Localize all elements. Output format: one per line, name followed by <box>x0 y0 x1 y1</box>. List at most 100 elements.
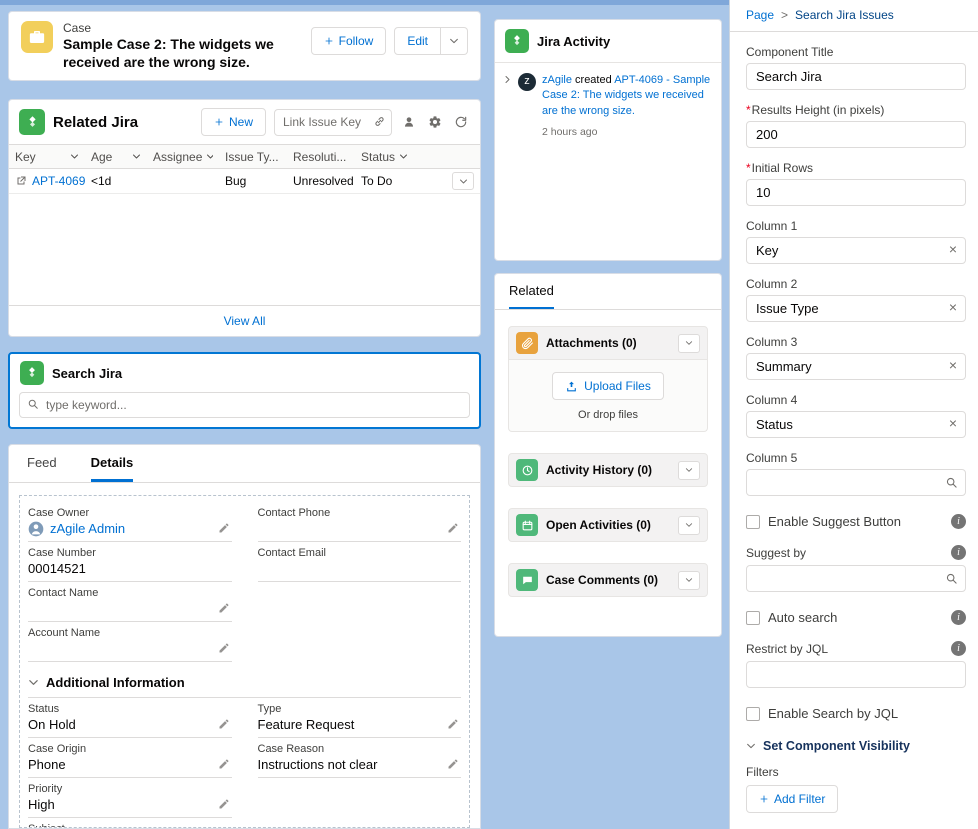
info-icon[interactable]: i <box>951 641 966 656</box>
case-owner-link[interactable]: zAgile Admin <box>50 521 125 537</box>
component-title-input[interactable] <box>746 63 966 90</box>
search-jira-header: Search Jira <box>10 354 479 389</box>
clear-icon[interactable]: × <box>949 358 957 372</box>
case-comments-icon <box>516 569 538 591</box>
column-2-input[interactable] <box>746 295 966 322</box>
case-title-block: Case Sample Case 2: The widgets we recei… <box>63 21 301 71</box>
open-activities-dropdown-button[interactable] <box>678 516 700 535</box>
filters-label: Filters <box>746 765 966 779</box>
search-jira-input-row <box>10 389 479 427</box>
view-all-link[interactable]: View All <box>224 314 266 328</box>
add-filter-button[interactable]: Add Filter <box>746 785 838 813</box>
link-icon[interactable] <box>373 115 386 128</box>
edit-button[interactable]: Edit <box>394 27 441 55</box>
section-title: Additional Information <box>46 675 185 690</box>
new-issue-button[interactable]: New <box>201 108 266 136</box>
row-actions-button[interactable] <box>452 172 474 190</box>
refresh-icon <box>454 115 468 129</box>
suggest-by-row: Suggest by i <box>746 545 966 560</box>
column-4-input[interactable] <box>746 411 966 438</box>
search-keyword-input[interactable] <box>19 392 470 418</box>
activity-user-link[interactable]: zAgile <box>542 74 572 86</box>
entity-label: Case <box>63 21 301 35</box>
field-label: Contact Name <box>28 587 214 599</box>
chevron-down-icon <box>685 576 693 584</box>
column-header-resolution[interactable]: Resoluti... <box>287 145 355 169</box>
edit-pencil-icon[interactable] <box>218 758 230 770</box>
chevron-down-icon <box>70 152 79 161</box>
edit-pencil-icon[interactable] <box>218 798 230 810</box>
attachments-drop-zone[interactable]: Upload Files Or drop files <box>508 360 708 432</box>
initial-rows-field: *Initial Rows <box>746 161 966 206</box>
expand-chevron-icon[interactable] <box>503 75 512 140</box>
column-5-input[interactable] <box>746 469 966 496</box>
column-header-assignee[interactable]: Assignee <box>147 145 219 169</box>
tab-related[interactable]: Related <box>509 274 554 309</box>
field-account-name: Account Name <box>28 622 232 662</box>
related-jira-panel: Related Jira New <box>8 99 481 337</box>
set-component-visibility-toggle[interactable]: Set Component Visibility <box>746 739 966 753</box>
activity-history-dropdown-button[interactable] <box>678 461 700 480</box>
suggest-by-field <box>746 565 966 592</box>
gear-icon <box>428 115 442 129</box>
view-all-bar: View All <box>9 305 480 336</box>
info-icon[interactable]: i <box>951 545 966 560</box>
breadcrumb-page-link[interactable]: Page <box>746 8 774 22</box>
add-filter-label: Add Filter <box>774 792 825 806</box>
canvas-side-region: Jira Activity z zAgile created APT-4069 … <box>494 11 722 829</box>
column-header-key[interactable]: Key <box>9 145 85 169</box>
column-5-label: Column 5 <box>746 451 966 465</box>
assign-user-button[interactable] <box>400 113 418 131</box>
settings-gear-button[interactable] <box>426 113 444 131</box>
info-icon[interactable]: i <box>951 514 966 529</box>
refresh-button[interactable] <box>452 113 470 131</box>
additional-information-header[interactable]: Additional Information <box>28 675 461 698</box>
clear-icon[interactable]: × <box>949 242 957 256</box>
launch-icon[interactable] <box>15 175 27 187</box>
case-comments-dropdown-button[interactable] <box>678 571 700 590</box>
column-header-issue-type[interactable]: Issue Ty... <box>219 145 287 169</box>
activity-history-header[interactable]: Activity History (0) <box>508 453 708 487</box>
search-jira-panel-selected[interactable]: Search Jira <box>8 352 481 429</box>
column-3-input[interactable] <box>746 353 966 380</box>
attachments-dropdown-button[interactable] <box>678 334 700 353</box>
suggest-by-input[interactable] <box>746 565 966 592</box>
case-comments-header[interactable]: Case Comments (0) <box>508 563 708 597</box>
clear-icon[interactable]: × <box>949 300 957 314</box>
auto-search-checkbox[interactable] <box>746 611 760 625</box>
attachments-header[interactable]: Attachments (0) <box>508 326 708 360</box>
field-value <box>28 601 214 617</box>
column-header-age[interactable]: Age <box>85 145 147 169</box>
clear-icon[interactable]: × <box>949 416 957 430</box>
enable-search-jql-checkbox[interactable] <box>746 707 760 721</box>
initial-rows-input[interactable] <box>746 179 966 206</box>
jira-activity-header: Jira Activity <box>495 20 721 63</box>
edit-pencil-icon[interactable] <box>218 522 230 534</box>
issue-key-link[interactable]: APT-4069 <box>32 174 85 188</box>
column-header-status[interactable]: Status <box>355 145 413 169</box>
attachments-related-list: Attachments (0) Upload Files Or drop fil… <box>508 326 708 432</box>
field-type: Type Feature Request <box>258 698 462 738</box>
edit-pencil-icon[interactable] <box>447 758 459 770</box>
edit-pencil-icon[interactable] <box>218 642 230 654</box>
tab-feed[interactable]: Feed <box>27 445 57 482</box>
follow-button[interactable]: Follow <box>311 27 387 55</box>
edit-pencil-icon[interactable] <box>218 602 230 614</box>
edit-pencil-icon[interactable] <box>218 718 230 730</box>
tab-details[interactable]: Details <box>91 445 134 482</box>
column-label: Status <box>361 150 395 164</box>
restrict-jql-input[interactable] <box>746 661 966 688</box>
search-icon <box>945 572 958 585</box>
column-1-input[interactable] <box>746 237 966 264</box>
results-height-input[interactable] <box>746 121 966 148</box>
edit-pencil-icon[interactable] <box>447 718 459 730</box>
table-row[interactable]: APT-4069 <1d Bug Unresolved To Do <box>9 169 480 194</box>
upload-files-button[interactable]: Upload Files <box>552 372 664 400</box>
info-icon[interactable]: i <box>951 610 966 625</box>
open-activities-header[interactable]: Open Activities (0) <box>508 508 708 542</box>
new-issue-label: New <box>229 115 253 129</box>
case-actions-dropdown-button[interactable] <box>441 27 468 55</box>
related-jira-actions: New <box>201 108 470 136</box>
enable-suggest-checkbox[interactable] <box>746 515 760 529</box>
edit-pencil-icon[interactable] <box>447 522 459 534</box>
